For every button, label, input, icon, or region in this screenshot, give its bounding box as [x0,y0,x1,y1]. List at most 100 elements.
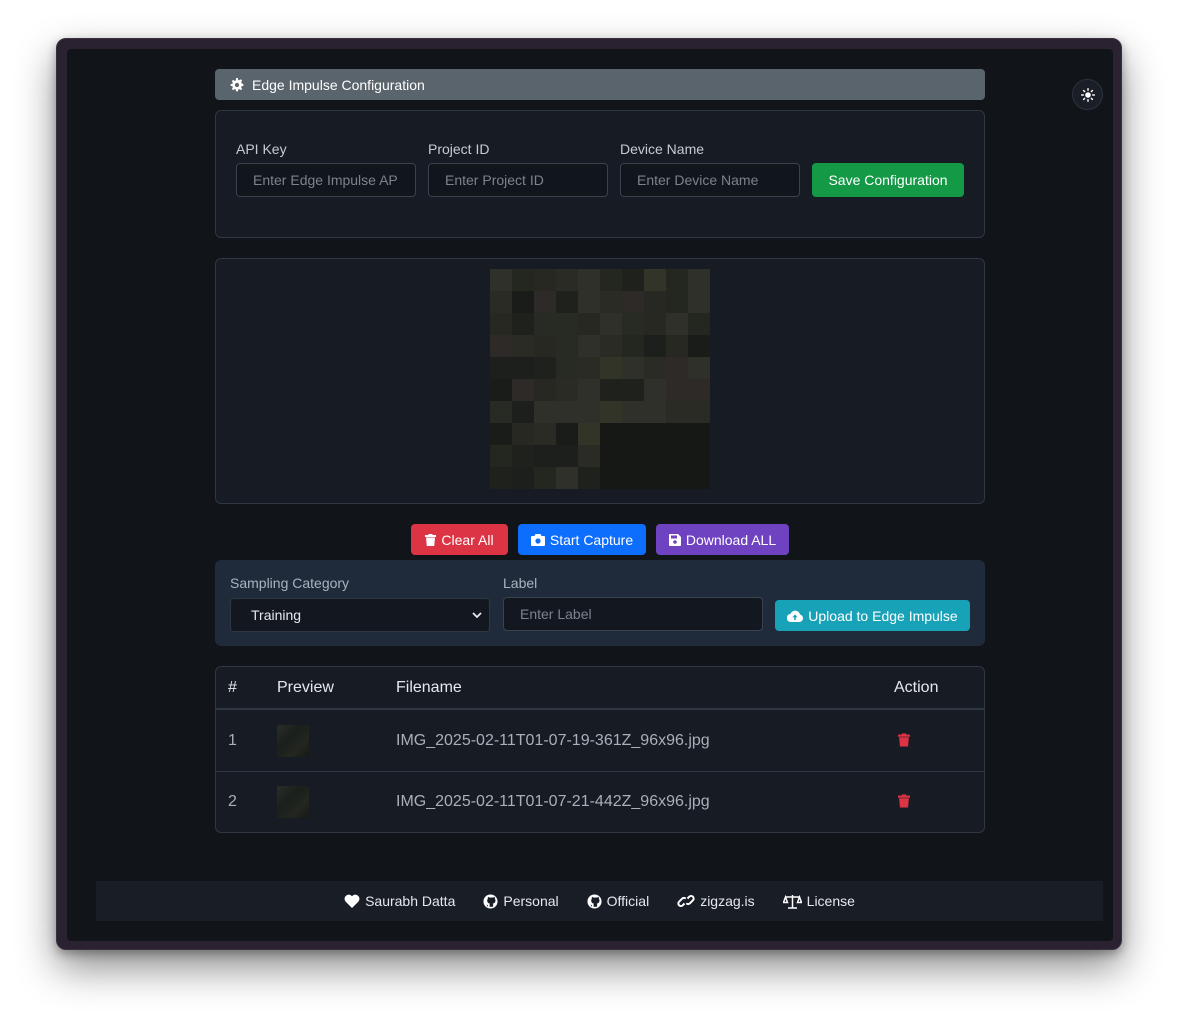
camera-icon [530,533,545,546]
download-all-button[interactable]: Download ALL [656,524,789,555]
trash-icon [425,533,437,546]
sun-icon [1080,87,1095,102]
preview-pixel [622,423,644,445]
preview-pixel [490,445,512,467]
footer-link-official[interactable]: Official [587,893,649,909]
preview-pixel [534,401,556,423]
row-index: 2 [228,793,237,810]
footer-link-label: License [806,893,855,909]
preview-pixel [512,467,534,489]
preview-pixel [490,291,512,313]
app-screen: Edge Impulse Configuration API Key Proje… [67,49,1113,941]
footer-link-label: zigzag.is [700,893,755,909]
preview-pixel [534,423,556,445]
cloud-upload-icon [787,610,804,622]
preview-pixel [512,269,534,291]
preview-pixel [578,269,600,291]
preview-pixel [688,423,710,445]
preview-pixel [600,401,622,423]
preview-pixel [644,269,666,291]
preview-pixel [534,335,556,357]
preview-pixel [600,335,622,357]
heart-icon [344,894,360,908]
footer-link-license[interactable]: License [782,893,855,909]
sampling-category-label: Sampling Category [230,575,350,591]
preview-pixel [556,401,578,423]
config-header[interactable]: Edge Impulse Configuration [215,69,985,100]
row-filename: IMG_2025-02-11T01-07-21-442Z_96x96.jpg [396,793,710,810]
upload-to-edge-impulse-button[interactable]: Upload to Edge Impulse [775,600,970,631]
preview-pixel [644,401,666,423]
api-key-label: API Key [236,141,287,157]
preview-pixel [490,269,512,291]
preview-pixel [666,423,688,445]
preview-pixel [600,379,622,401]
preview-pixel [490,357,512,379]
delete-row-button[interactable] [898,794,910,813]
project-id-label: Project ID [428,141,490,157]
preview-pixel [666,467,688,489]
preview-pixel [490,423,512,445]
preview-pixel [490,467,512,489]
footer-link-website[interactable]: zigzag.is [677,893,755,909]
column-header-preview: Preview [277,679,334,696]
preview-pixel [512,335,534,357]
preview-pixel [534,269,556,291]
table-header: # Preview Filename Action [216,667,984,710]
sampling-panel: Sampling Category Training Label Upload … [215,560,985,646]
theme-toggle-button[interactable] [1072,79,1103,110]
device-name-label: Device Name [620,141,705,157]
preview-pixel [534,291,556,313]
preview-pixel [578,401,600,423]
preview-pixel [644,445,666,467]
preview-pixel [666,401,688,423]
preview-pixel [688,445,710,467]
link-icon [677,893,695,909]
preview-pixel [578,379,600,401]
preview-pixel [688,467,710,489]
preview-pixel [622,357,644,379]
save-configuration-button[interactable]: Save Configuration [812,163,964,197]
preview-pixel [644,291,666,313]
preview-pixel [556,313,578,335]
device-name-input[interactable] [620,163,800,197]
preview-pixel [666,335,688,357]
start-capture-button[interactable]: Start Capture [518,524,646,555]
preview-pixel [534,357,556,379]
preview-pixel [512,313,534,335]
sampling-category-select[interactable]: Training [230,598,490,632]
footer-link-personal[interactable]: Personal [483,893,559,909]
preview-pixel [578,445,600,467]
preview-pixel [666,445,688,467]
preview-pixel [644,379,666,401]
table-row: 2 IMG_2025-02-11T01-07-21-442Z_96x96.jpg [216,772,984,832]
footer-link-author[interactable]: Saurabh Datta [344,893,455,909]
project-id-input[interactable] [428,163,608,197]
preview-pixel [622,269,644,291]
preview-pixel [622,379,644,401]
column-header-action: Action [894,679,939,696]
preview-pixel [688,313,710,335]
balance-scale-icon [782,894,802,909]
label-input[interactable] [503,597,763,631]
trash-icon [898,794,910,808]
preview-pixel [622,401,644,423]
delete-row-button[interactable] [898,733,910,752]
preview-pixel [644,335,666,357]
config-header-title: Edge Impulse Configuration [252,76,425,93]
footer-link-label: Saurabh Datta [365,893,456,909]
preview-pixel [578,335,600,357]
preview-pixel [688,291,710,313]
sampling-category-value: Training [251,607,302,623]
column-header-index: # [228,679,237,696]
preview-pixel [578,313,600,335]
preview-pixel [578,357,600,379]
config-panel: API Key Project ID Device Name Save Conf… [215,110,985,238]
save-icon [668,533,681,546]
preview-pixel [688,335,710,357]
github-icon [587,893,602,909]
clear-all-button[interactable]: Clear All [411,524,508,555]
preview-pixel [556,467,578,489]
api-key-input[interactable] [236,163,416,197]
preview-pixel [688,401,710,423]
